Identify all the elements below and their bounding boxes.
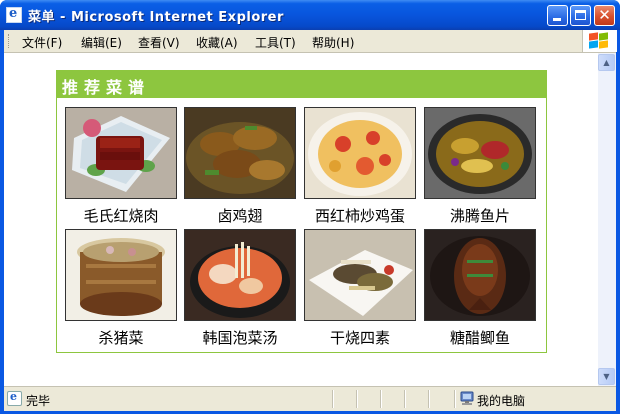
dish-card[interactable]: 干烧四素	[304, 229, 416, 348]
minimize-button[interactable]	[547, 5, 568, 26]
close-icon: ✕	[598, 6, 611, 24]
dish-name[interactable]: 卤鸡翅	[184, 205, 296, 226]
dish-name[interactable]: 杀猪菜	[65, 327, 177, 348]
dish-card[interactable]: 毛氏红烧肉	[65, 107, 177, 226]
vertical-scrollbar[interactable]: ▲ ▼	[598, 53, 616, 386]
dish-photo[interactable]	[65, 107, 177, 199]
status-divider	[404, 390, 406, 408]
dish-card[interactable]: 韩国泡菜汤	[184, 229, 296, 348]
dish-name[interactable]: 韩国泡菜汤	[184, 327, 296, 348]
menu-item-tools[interactable]: 工具(T)	[255, 34, 296, 51]
panel-title: 推荐菜谱	[62, 78, 151, 97]
menu-item-edit[interactable]: 编辑(E)	[81, 34, 122, 51]
dish-photo[interactable]	[424, 229, 536, 321]
scroll-up-button[interactable]: ▲	[598, 54, 615, 71]
page-content: 推荐菜谱 毛氏红烧肉 卤鸡翅 西红柿炒鸡蛋 沸腾鱼片 杀猪菜 韩国泡菜汤 干烧四…	[4, 53, 598, 386]
dish-photo[interactable]	[184, 107, 296, 199]
dish-card[interactable]: 卤鸡翅	[184, 107, 296, 226]
dish-card[interactable]: 西红柿炒鸡蛋	[304, 107, 416, 226]
recommended-recipes-panel: 推荐菜谱 毛氏红烧肉 卤鸡翅 西红柿炒鸡蛋 沸腾鱼片 杀猪菜 韩国泡菜汤 干烧四…	[56, 70, 547, 353]
scroll-down-button[interactable]: ▼	[598, 368, 615, 385]
my-computer-icon	[460, 391, 474, 405]
window-title: 菜单 - Microsoft Internet Explorer	[28, 10, 284, 25]
page-done-icon: e	[7, 390, 22, 406]
dish-photo[interactable]	[65, 229, 177, 321]
menu-item-help[interactable]: 帮助(H)	[312, 34, 354, 51]
dish-name[interactable]: 干烧四素	[304, 327, 416, 348]
dish-card[interactable]: 沸腾鱼片	[424, 107, 536, 226]
dish-name[interactable]: 毛氏红烧肉	[65, 205, 177, 226]
status-bar: e 完毕 我的电脑	[4, 386, 616, 411]
dish-name[interactable]: 沸腾鱼片	[424, 205, 536, 226]
dish-name[interactable]: 糖醋鲫鱼	[424, 327, 536, 348]
dish-photo[interactable]	[184, 229, 296, 321]
windows-flag-icon	[589, 32, 609, 49]
dish-name[interactable]: 西红柿炒鸡蛋	[304, 205, 416, 226]
panel-header: 推荐菜谱	[57, 71, 546, 98]
menu-item-favorites[interactable]: 收藏(A)	[196, 34, 238, 51]
ie-page-icon[interactable]: e	[6, 6, 22, 23]
dish-photo[interactable]	[304, 229, 416, 321]
minimize-icon	[553, 18, 561, 21]
status-divider	[454, 390, 456, 408]
windows-logo	[582, 30, 617, 52]
status-divider	[332, 390, 334, 408]
maximize-button[interactable]	[570, 5, 591, 26]
dish-photo[interactable]	[304, 107, 416, 199]
dish-card[interactable]: 杀猪菜	[65, 229, 177, 348]
title-bar[interactable]: e 菜单 - Microsoft Internet Explorer ✕	[0, 0, 620, 30]
dish-photo[interactable]	[424, 107, 536, 199]
menu-item-file[interactable]: 文件(F)	[22, 34, 62, 51]
status-divider	[356, 390, 358, 408]
menu-bar: 文件(F) 编辑(E) 查看(V) 收藏(A) 工具(T) 帮助(H)	[4, 30, 616, 53]
menu-item-view[interactable]: 查看(V)	[138, 34, 180, 51]
status-text: 完毕	[26, 394, 51, 408]
maximize-icon	[575, 10, 586, 20]
close-button[interactable]: ✕	[594, 5, 615, 26]
dish-card[interactable]: 糖醋鲫鱼	[424, 229, 536, 348]
status-divider	[428, 390, 430, 408]
status-divider	[380, 390, 382, 408]
security-zone-label: 我的电脑	[477, 394, 526, 408]
browser-window: e 菜单 - Microsoft Internet Explorer ✕ 文件(…	[0, 0, 620, 414]
menu-grip-handle[interactable]	[8, 34, 11, 48]
